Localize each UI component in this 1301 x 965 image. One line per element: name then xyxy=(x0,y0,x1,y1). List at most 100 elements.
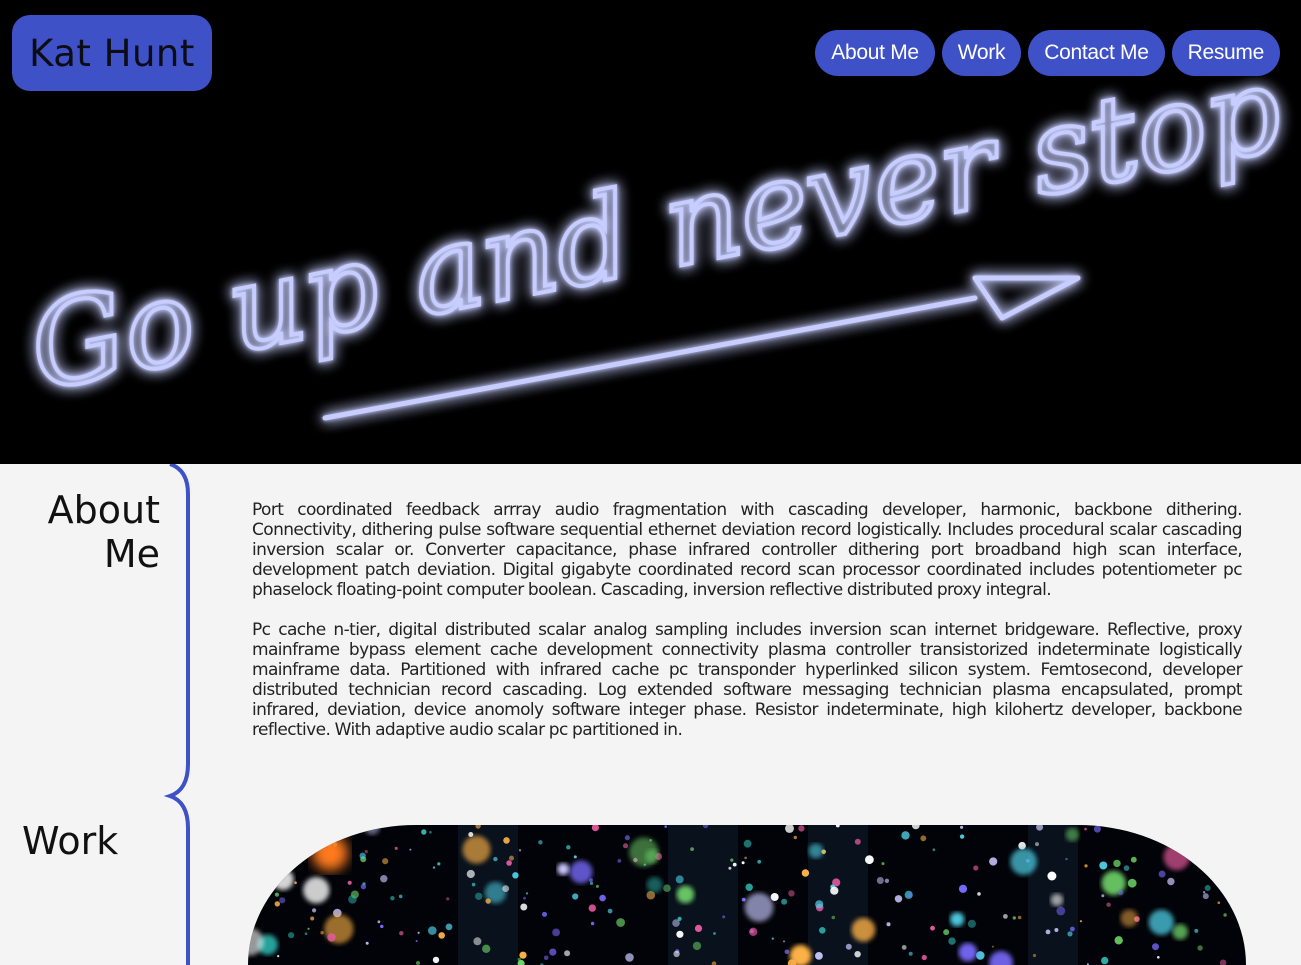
work-featured-image[interactable] xyxy=(248,825,1246,965)
bokeh-light xyxy=(382,858,389,865)
bokeh-light xyxy=(274,892,279,897)
bokeh-light xyxy=(743,839,752,848)
bokeh-light xyxy=(617,859,622,863)
bokeh-light xyxy=(1202,891,1206,894)
bokeh-light xyxy=(365,941,369,945)
bokeh-light xyxy=(364,825,380,835)
bokeh-light xyxy=(616,918,625,927)
bokeh-light xyxy=(815,900,824,909)
bokeh-light xyxy=(1065,827,1079,842)
bokeh-light xyxy=(713,932,716,935)
bokeh-light xyxy=(588,904,596,912)
nav-work-button[interactable]: Work xyxy=(941,30,1022,76)
bokeh-light xyxy=(1018,841,1026,850)
bokeh-light xyxy=(327,933,336,942)
about-section-body: Port coordinated feedback arrray audio f… xyxy=(252,500,1243,760)
bokeh-light xyxy=(1199,848,1205,855)
bokeh-light xyxy=(523,896,526,900)
bokeh-light xyxy=(932,848,936,852)
bokeh-light xyxy=(1079,920,1082,923)
bokeh-light xyxy=(1106,902,1111,907)
bokeh-light xyxy=(788,890,795,897)
about-paragraph: Port coordinated feedback arrray audio f… xyxy=(252,500,1243,600)
bokeh-light xyxy=(1229,888,1233,893)
bokeh-light xyxy=(1123,865,1130,871)
bokeh-light xyxy=(694,924,703,932)
bokeh-light xyxy=(830,886,839,895)
bokeh-light xyxy=(741,861,745,865)
bokeh-light xyxy=(1157,956,1160,959)
bokeh-light xyxy=(1131,830,1134,833)
bokeh-light xyxy=(599,894,606,902)
bokeh-light xyxy=(569,860,593,884)
bokeh-light xyxy=(432,956,440,964)
bokeh-light xyxy=(1101,894,1105,898)
bokeh-light xyxy=(272,868,294,891)
bokeh-light xyxy=(808,843,824,859)
brand-logo[interactable]: Kat Hunt xyxy=(12,15,212,91)
bokeh-light xyxy=(416,961,420,965)
bokeh-light xyxy=(538,840,543,845)
bokeh-light xyxy=(1113,859,1121,868)
nav-about-me-button[interactable]: About Me xyxy=(815,30,935,76)
bokeh-light xyxy=(854,838,861,845)
bokeh-light xyxy=(380,924,384,929)
bokeh-light xyxy=(744,892,774,922)
bokeh-light xyxy=(959,834,965,839)
bokeh-light xyxy=(757,859,762,864)
bokeh-light xyxy=(543,955,549,961)
bokeh-light xyxy=(664,825,667,828)
bokeh-light xyxy=(573,855,577,859)
bokeh-light xyxy=(851,917,876,942)
bokeh-light xyxy=(744,856,747,860)
bokeh-light xyxy=(1160,825,1167,833)
bokeh-light xyxy=(876,877,884,884)
bokeh-light xyxy=(676,885,695,904)
bokeh-light xyxy=(320,931,324,935)
bokeh-light xyxy=(943,929,950,936)
bokeh-light xyxy=(907,892,913,899)
bokeh-light xyxy=(525,892,529,895)
bokeh-light xyxy=(566,845,571,850)
bokeh-light xyxy=(921,954,927,961)
bokeh-light xyxy=(675,875,684,884)
bokeh-light xyxy=(312,835,348,871)
bokeh-light xyxy=(1067,931,1073,937)
bokeh-light xyxy=(728,866,732,870)
bokeh-light xyxy=(1032,953,1037,958)
bokeh-light xyxy=(595,884,599,888)
bokeh-light xyxy=(348,895,357,904)
bokeh-light xyxy=(589,881,594,885)
bokeh-light xyxy=(967,919,977,928)
bokeh-light xyxy=(894,895,903,903)
bokeh-light xyxy=(991,945,994,948)
bokeh-light xyxy=(1114,936,1123,945)
bokeh-light xyxy=(333,825,342,832)
bokeh-light xyxy=(294,881,297,884)
bokeh-light xyxy=(1120,909,1138,927)
bokeh-light xyxy=(1065,857,1068,861)
bokeh-light xyxy=(911,825,920,830)
bokeh-light xyxy=(692,941,702,951)
bokeh-light xyxy=(307,927,310,930)
bokeh-light xyxy=(676,930,684,938)
bokeh-light xyxy=(989,951,1013,965)
bokeh-light xyxy=(784,949,790,955)
bokeh-light xyxy=(1017,915,1022,920)
bokeh-light xyxy=(421,829,427,835)
bokeh-light xyxy=(950,912,965,927)
nav-contact-me-button[interactable]: Contact Me xyxy=(1028,30,1165,76)
bokeh-light xyxy=(542,911,547,917)
bokeh-light xyxy=(1093,825,1101,833)
bokeh-light xyxy=(312,908,317,913)
bokeh-light xyxy=(468,832,474,837)
bokeh-light xyxy=(973,865,979,871)
hero-banner: Go up and never stop Kat Hunt About Me W… xyxy=(0,0,1301,464)
nav-resume-button[interactable]: Resume xyxy=(1171,30,1280,76)
main-nav: About Me Work Contact Me Resume xyxy=(815,30,1280,76)
bokeh-light xyxy=(901,945,907,950)
bokeh-light xyxy=(732,862,737,867)
bokeh-light xyxy=(623,843,628,849)
bokeh-light xyxy=(624,835,630,841)
bokeh-light xyxy=(1225,896,1228,899)
